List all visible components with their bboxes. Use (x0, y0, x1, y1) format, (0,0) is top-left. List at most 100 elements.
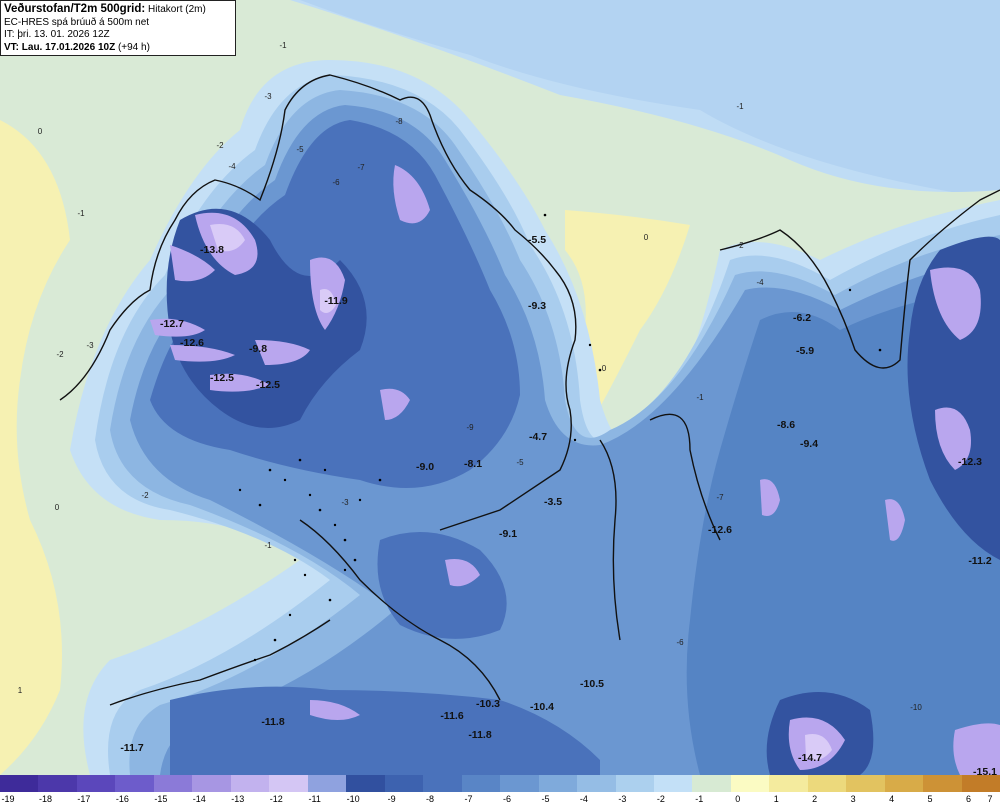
legend-swatch (38, 775, 77, 792)
contour-label: -3 (86, 341, 94, 350)
contour-label: -2 (56, 350, 64, 359)
contour-label: -6 (332, 178, 340, 187)
extreme-value-label: -12.6 (180, 337, 204, 349)
legend-swatch (230, 775, 270, 792)
contour-label: -1 (77, 209, 85, 218)
contour-label: -6 (676, 638, 684, 647)
contour-label: -10 (910, 703, 922, 712)
legend-swatch (615, 775, 654, 792)
valid-time: VT: Lau. 17.01.2026 10Z (4, 41, 116, 53)
legend-swatch (423, 775, 462, 792)
map-title: Veðurstofan/T2m 500grid: (4, 3, 146, 15)
extreme-value-label: -11.6 (440, 710, 464, 722)
legend-color-bar (0, 775, 1000, 792)
legend-tick-label: 1 (773, 794, 779, 804)
legend-swatch (846, 775, 885, 792)
valid-time-line: VT: Lau. 17.01.2026 10Z (+94 h) (4, 42, 232, 55)
legend-tick-label: -13 (231, 794, 245, 804)
legend-swatch (730, 775, 770, 792)
extreme-value-label: -14.7 (798, 752, 822, 764)
contour-label: -2 (736, 241, 744, 250)
legend-swatch (884, 775, 924, 792)
map-subtitle: Hitakort (2m) (148, 4, 206, 15)
model-line: EC-HRES spá brúuð á 500m net (4, 16, 150, 28)
extreme-value-label: -10.3 (476, 698, 500, 710)
extreme-value-label: -9.4 (800, 438, 818, 450)
legend-ticks: -19 -18 -17 -16 -15 -14 -13 -12 -11 -10 -9 -8 -7 -6 -5… (0, 794, 1000, 805)
init-time: IT: þri. 13. 01. 2026 12Z (4, 29, 110, 40)
contour-label: 0 (55, 503, 60, 512)
legend-swatch (538, 775, 578, 792)
contour-label: -7 (357, 163, 365, 172)
contour-label: -2 (141, 491, 149, 500)
legend-tick-label: -18 (38, 794, 52, 804)
contour-label: -4 (228, 162, 236, 171)
contour-label: -4 (756, 278, 764, 287)
contour-label: -7 (716, 493, 724, 502)
contour-label: -8 (395, 117, 403, 126)
extreme-value-label: -3.5 (544, 496, 562, 508)
legend-swatch (461, 775, 501, 792)
extreme-value-label: -10.5 (580, 678, 604, 690)
legend-swatch (692, 775, 731, 792)
legend-tick-label: -3 (618, 794, 627, 804)
extreme-value-label: -13.8 (200, 244, 224, 256)
extreme-value-label: -11.8 (261, 716, 285, 728)
legend-tick-label: -19 (1, 794, 15, 804)
legend-swatch (346, 775, 385, 792)
contour-label: -2 (216, 141, 224, 150)
extreme-value-label: -9.0 (416, 461, 434, 473)
legend-tick-label: -12 (269, 794, 283, 804)
contour-label: 0 (644, 233, 649, 242)
contour-label: -5 (296, 145, 304, 154)
legend-tick-label: -10 (346, 794, 360, 804)
legend-swatch (807, 775, 847, 792)
color-legend: -19 -18 -17 -16 -15 -14 -13 -12 -11 -10 -9 -8 -7 -6 -5… (0, 775, 1000, 805)
contour-label: -1 (279, 41, 287, 50)
legend-tick-label: -17 (77, 794, 91, 804)
extreme-value-label: -11.9 (324, 295, 348, 307)
legend-tick-label: -16 (115, 794, 129, 804)
legend-swatch (115, 775, 154, 792)
extreme-value-label: -5.9 (796, 345, 814, 357)
legend-tick-label: 0 (735, 794, 741, 804)
legend-tick-label: -15 (154, 794, 168, 804)
contour-label: 0 (38, 127, 43, 136)
legend-swatch (0, 775, 39, 792)
extreme-value-label: -8.6 (777, 419, 795, 431)
legend-tick-label: -8 (426, 794, 435, 804)
extreme-value-label: -11.2 (968, 555, 992, 567)
legend-tick-label: 4 (889, 794, 895, 804)
title-line: Veðurstofan/T2m 500grid: Hitakort (2m) (4, 3, 232, 17)
legend-swatch (269, 775, 308, 792)
contour-label: -1 (264, 541, 272, 550)
legend-swatch (653, 775, 693, 792)
contour-label: -5 (516, 458, 524, 467)
contour-label: -3 (341, 498, 349, 507)
legend-tick-label: 5 (927, 794, 933, 804)
legend-tick-label: 6 (966, 794, 972, 804)
legend-swatch (961, 775, 1000, 792)
extreme-value-label: -12.6 (708, 524, 732, 536)
contour-label: 1 (18, 686, 23, 695)
legend-swatch (192, 775, 231, 792)
legend-tick-label: -11 (308, 794, 321, 804)
extreme-value-label: -15.1 (973, 766, 997, 775)
extreme-value-label: -5.5 (528, 234, 546, 246)
extreme-value-label: -12.5 (256, 379, 280, 391)
extreme-value-label: -10.4 (530, 701, 554, 713)
legend-tick-label: 2 (812, 794, 818, 804)
contour-label: -9 (466, 423, 474, 432)
extreme-value-label: -9.8 (249, 343, 267, 355)
extreme-value-label: -11.7 (120, 742, 144, 754)
legend-swatch (153, 775, 193, 792)
legend-tick-label: -6 (502, 794, 512, 804)
legend-swatch (923, 775, 962, 792)
legend-tick-label: 7 (987, 794, 993, 804)
lead-time: (+94 h) (117, 41, 150, 53)
legend-swatch (384, 775, 424, 792)
legend-swatch (577, 775, 616, 792)
contour-label: 0 (602, 364, 607, 373)
legend-swatch (769, 775, 808, 792)
legend-tick-label: -7 (464, 794, 473, 804)
